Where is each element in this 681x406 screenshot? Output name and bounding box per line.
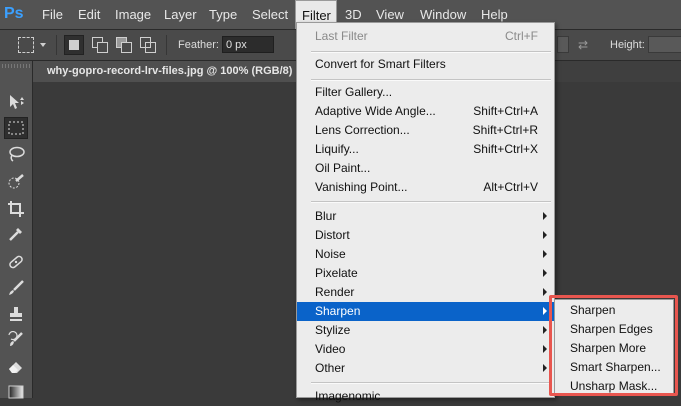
move-tool-icon[interactable] — [4, 91, 28, 113]
crop-tool-icon[interactable] — [4, 198, 28, 220]
menu-item-video[interactable]: Video — [297, 340, 554, 359]
submenu-arrow-icon — [543, 307, 547, 315]
menu-item-label: Render — [315, 285, 355, 299]
divider — [166, 35, 167, 55]
lasso-tool-icon[interactable] — [4, 143, 28, 165]
menu-item-shortcut: Ctrl+F — [505, 29, 538, 43]
submenu-arrow-icon — [543, 212, 547, 220]
menu-item-render[interactable]: Render — [297, 283, 554, 302]
submenu-arrow-icon — [543, 364, 547, 372]
menu-item-liquify[interactable]: Liquify... Shift+Ctrl+X — [297, 140, 554, 159]
submenu-item-sharpen-edges[interactable]: Sharpen Edges — [570, 322, 653, 341]
menu-item-label: Adaptive Wide Angle... — [315, 104, 436, 118]
menu-item-pixelate[interactable]: Pixelate — [297, 264, 554, 283]
clone-stamp-tool-icon[interactable] — [4, 303, 28, 325]
submenu-item-smart-sharpen[interactable]: Smart Sharpen... — [570, 360, 661, 379]
menu-separator — [311, 201, 551, 203]
brush-tool-icon[interactable] — [4, 277, 28, 299]
menu-item-distort[interactable]: Distort — [297, 226, 554, 245]
menu-image[interactable]: Image — [109, 0, 157, 29]
marquee-preset-icon[interactable] — [18, 37, 34, 53]
menu-separator — [311, 382, 551, 384]
submenu-arrow-icon — [543, 288, 547, 296]
menu-item-label: Sharpen — [315, 304, 361, 318]
submenu-item-sharpen-more[interactable]: Sharpen More — [570, 341, 646, 360]
menu-item-blur[interactable]: Blur — [297, 207, 554, 226]
history-brush-tool-icon[interactable] — [4, 329, 28, 351]
menu-item-lens-correction[interactable]: Lens Correction... Shift+Ctrl+R — [297, 121, 554, 140]
gradient-tool-icon[interactable] — [4, 381, 28, 403]
menu-item-filter-gallery[interactable]: Filter Gallery... — [297, 83, 554, 102]
menu-item-imagenomic[interactable]: Imagenomic — [297, 387, 554, 406]
photoshop-logo: Ps — [4, 5, 24, 22]
menu-item-noise[interactable]: Noise — [297, 245, 554, 264]
menu-item-label: Lens Correction... — [315, 123, 410, 137]
panel-grip[interactable] — [2, 64, 30, 68]
menu-item-label: Distort — [315, 228, 350, 242]
marquee-tool-icon[interactable] — [4, 117, 28, 139]
tools-panel — [0, 61, 33, 399]
quick-selection-tool-icon[interactable] — [4, 171, 28, 193]
menu-select[interactable]: Select — [246, 0, 294, 29]
submenu-item-sharpen[interactable]: Sharpen — [570, 303, 615, 322]
add-to-selection-icon[interactable] — [92, 37, 108, 53]
menu-item-other[interactable]: Other — [297, 359, 554, 378]
feather-input[interactable] — [222, 36, 274, 53]
menu-item-oil-paint[interactable]: Oil Paint... — [297, 159, 554, 178]
menu-item-shortcut: Shift+Ctrl+X — [473, 142, 538, 156]
subtract-from-selection-icon[interactable] — [116, 37, 132, 53]
menu-item-label: Noise — [315, 247, 346, 261]
feather-label: Feather: — [178, 39, 219, 51]
submenu-arrow-icon — [543, 269, 547, 277]
menu-item-stylize[interactable]: Stylize — [297, 321, 554, 340]
menu-separator — [311, 51, 551, 53]
menu-item-label: Blur — [315, 209, 337, 223]
submenu-item-unsharp-mask[interactable]: Unsharp Mask... — [570, 379, 657, 398]
menu-item-sharpen[interactable]: Sharpen — [297, 302, 554, 321]
document-tab[interactable]: why-gopro-record-lrv-files.jpg @ 100% (R… — [33, 61, 304, 82]
menu-item-adaptive-wide-angle[interactable]: Adaptive Wide Angle... Shift+Ctrl+A — [297, 102, 554, 121]
menu-item-label: Pixelate — [315, 266, 358, 280]
menu-item-label: Vanishing Point... — [315, 180, 408, 194]
intersect-selection-icon[interactable] — [140, 37, 156, 53]
width-input[interactable] — [557, 36, 569, 53]
submenu-arrow-icon — [543, 231, 547, 239]
menu-item-shortcut: Shift+Ctrl+A — [473, 104, 538, 118]
divider — [56, 35, 57, 55]
submenu-arrow-icon — [543, 326, 547, 334]
menu-item-label: Other — [315, 361, 346, 375]
menu-layer[interactable]: Layer — [158, 0, 203, 29]
submenu-arrow-icon — [543, 345, 547, 353]
eyedropper-tool-icon[interactable] — [4, 223, 28, 245]
new-selection-icon[interactable] — [64, 35, 84, 55]
menu-item-label: Video — [315, 342, 346, 356]
menu-item-label: Oil Paint... — [315, 161, 371, 175]
menu-item-label: Filter Gallery... — [315, 85, 393, 99]
height-input[interactable] — [648, 36, 681, 53]
submenu-arrow-icon — [543, 250, 547, 258]
menu-item-label: Imagenomic — [315, 389, 381, 403]
menu-item-label: Stylize — [315, 323, 351, 337]
menu-item-convert-smart-filters[interactable]: Convert for Smart Filters — [297, 55, 554, 74]
healing-brush-tool-icon[interactable] — [4, 251, 28, 273]
menu-item-label: Liquify... — [315, 142, 359, 156]
eraser-tool-icon[interactable] — [4, 355, 28, 377]
filter-menu: Last Filter Ctrl+F Convert for Smart Fil… — [296, 22, 555, 403]
chevron-down-icon[interactable] — [40, 43, 46, 47]
menu-item-shortcut: Alt+Ctrl+V — [483, 180, 538, 194]
menu-item-label: Last Filter — [315, 29, 368, 43]
swap-icon[interactable]: ⇄ — [578, 38, 588, 52]
menu-separator — [311, 79, 551, 81]
menu-item-label: Convert for Smart Filters — [315, 57, 446, 71]
menu-edit[interactable]: Edit — [72, 0, 106, 29]
menu-file[interactable]: File — [36, 0, 69, 29]
sharpen-submenu: Sharpen Sharpen Edges Sharpen More Smart… — [554, 299, 674, 394]
menu-item-vanishing-point[interactable]: Vanishing Point... Alt+Ctrl+V — [297, 178, 554, 197]
menu-item-last-filter[interactable]: Last Filter Ctrl+F — [297, 27, 554, 46]
menu-type[interactable]: Type — [203, 0, 243, 29]
menu-item-shortcut: Shift+Ctrl+R — [472, 123, 538, 137]
height-label: Height: — [610, 39, 645, 51]
